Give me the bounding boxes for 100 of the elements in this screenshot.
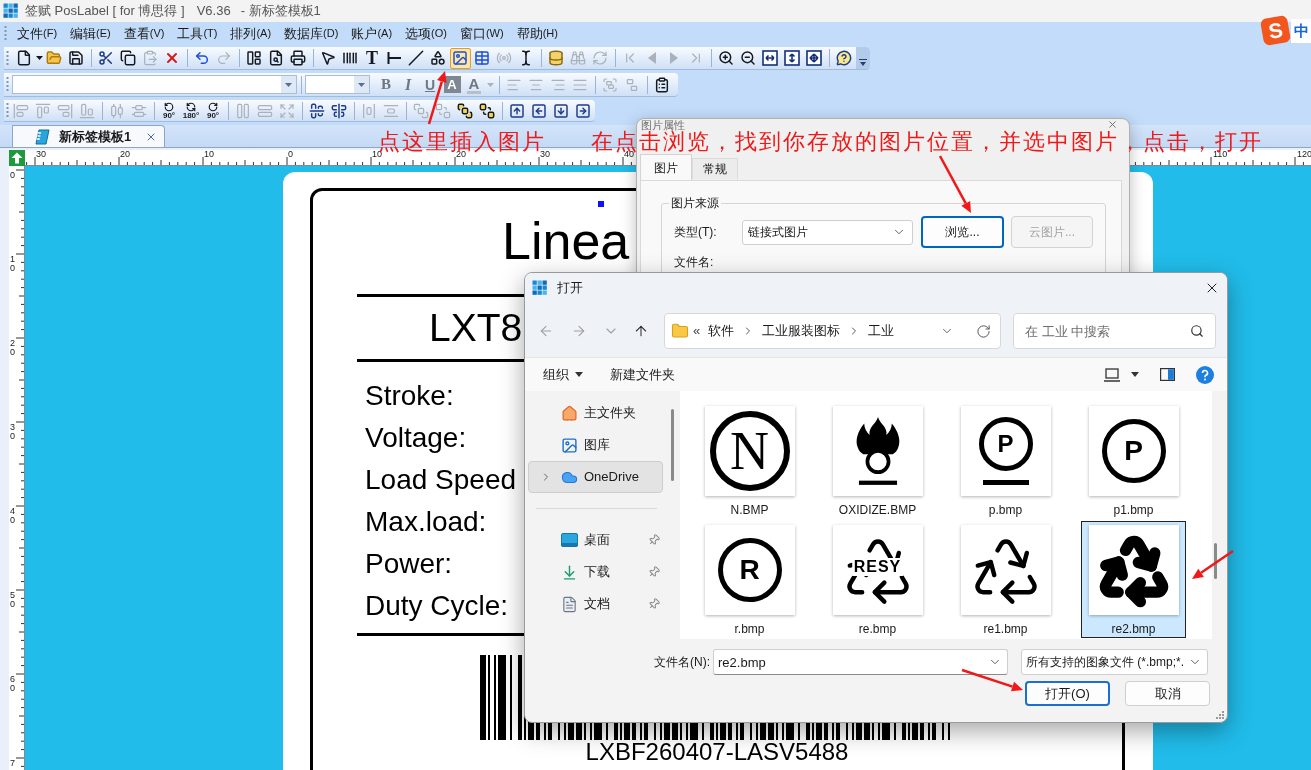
command-button[interactable]: 新建文件夹: [604, 361, 681, 388]
breadcrumb-item[interactable]: 工业服装图标: [762, 321, 841, 341]
picture-icon: [452, 50, 468, 66]
nav-item[interactable]: 主文件夹: [528, 397, 663, 429]
shapes-icon[interactable]: [430, 50, 446, 66]
ruler-label: 120: [1297, 150, 1311, 158]
new-file-icon[interactable]: [16, 50, 32, 66]
menu-item[interactable]: 文件(F): [11, 23, 64, 44]
refresh-icon[interactable]: [976, 323, 991, 339]
text-tool-button[interactable]: T: [365, 48, 379, 68]
pointer-icon[interactable]: [320, 50, 336, 66]
menu-item[interactable]: 选项(O): [399, 23, 453, 44]
file-item[interactable]: re1.bmp: [953, 521, 1058, 638]
fit-width-icon[interactable]: [762, 50, 778, 66]
address-bar[interactable]: « 软件 工业服装图标 工业: [664, 313, 1001, 349]
menu-button[interactable]: 组织: [537, 361, 589, 388]
center-horizontal-icon[interactable]: [309, 102, 325, 119]
file-item[interactable]: re2.bmp: [1081, 521, 1186, 638]
nav-item[interactable]: 桌面: [528, 524, 663, 556]
dialog-tab[interactable]: 常规: [692, 158, 738, 179]
file-item[interactable]: RESY re.bmp: [825, 521, 930, 638]
menu-item[interactable]: 账户(A): [345, 23, 399, 44]
file-item[interactable]: R r.bmp: [697, 521, 802, 638]
align-to-right-icon[interactable]: [575, 102, 591, 119]
folder-icon: [671, 322, 689, 340]
undo-arrow-icon[interactable]: [194, 50, 210, 66]
file-item[interactable]: P p.bmp: [953, 402, 1058, 519]
align-to-bottom-icon[interactable]: [553, 102, 569, 119]
bring-to-front-icon[interactable]: [457, 102, 473, 119]
file-item[interactable]: OXIDIZE.BMP: [825, 402, 930, 519]
font-size-field[interactable]: [305, 75, 370, 94]
split-pane-icon[interactable]: [1160, 368, 1175, 381]
menu-item[interactable]: 编辑(E): [64, 23, 117, 44]
scissors-icon[interactable]: [98, 50, 114, 66]
up-arrow-icon[interactable]: [9, 150, 25, 166]
page-layout-icon[interactable]: [246, 50, 262, 66]
printer-icon[interactable]: [290, 50, 306, 66]
zoom-in-icon[interactable]: [718, 50, 734, 66]
breadcrumb-item[interactable]: 软件: [708, 321, 735, 341]
barcode-icon[interactable]: [342, 50, 358, 66]
menu-item[interactable]: 帮助(H): [510, 23, 564, 44]
ruler-label: 10: [10, 255, 16, 273]
menu-item[interactable]: 排列(A): [224, 23, 278, 44]
open-button[interactable]: 打开(O): [1025, 681, 1110, 706]
view-layout-icon[interactable]: [1104, 367, 1120, 382]
nav-item[interactable]: 文档: [528, 588, 663, 620]
fit-page-icon[interactable]: [806, 50, 822, 66]
rotate-right-button[interactable]: 90°: [202, 100, 224, 121]
cancel-button[interactable]: 取消: [1125, 681, 1210, 706]
nav-item[interactable]: 图库: [528, 429, 663, 461]
zoom-out-icon[interactable]: [740, 50, 756, 66]
rotate-left-button[interactable]: 90°: [158, 100, 180, 121]
menu-item[interactable]: 工具(T): [171, 23, 224, 44]
font-name-field[interactable]: [12, 75, 297, 94]
file-name-field[interactable]: re2.bmp: [713, 649, 1008, 675]
caret-down-icon[interactable]: [1131, 372, 1139, 377]
toolbar-grip-icon: [6, 49, 9, 67]
image-tool-button[interactable]: [449, 47, 471, 69]
dialog-tab[interactable]: 图片: [640, 154, 692, 180]
copy-icon[interactable]: [120, 50, 136, 66]
align-to-left-icon[interactable]: [531, 102, 547, 119]
search-field[interactable]: 在 工业 中搜索: [1013, 313, 1216, 349]
page-magnifier-icon[interactable]: [268, 50, 284, 66]
align-to-top-icon[interactable]: [509, 102, 525, 119]
properties-icon[interactable]: [654, 76, 670, 93]
scrollbar-thumb[interactable]: [671, 409, 674, 481]
line-tool-icon[interactable]: [387, 52, 401, 64]
toolbar-grip-icon: [6, 76, 9, 93]
file-item[interactable]: P p1.bmp: [1081, 402, 1186, 519]
rotate-half-turn-button[interactable]: 180°: [180, 100, 202, 121]
breadcrumb-item[interactable]: 工业: [868, 321, 895, 341]
browse-button[interactable]: 浏览...: [921, 216, 1004, 248]
menu-item[interactable]: 数据库(D): [278, 23, 345, 44]
arrow-up-icon[interactable]: [633, 323, 649, 339]
input-mode-indicator[interactable]: 中: [1291, 18, 1311, 43]
document-tab[interactable]: 新标签模板1: [12, 125, 165, 147]
dropdown-caret-icon[interactable]: [35, 56, 43, 60]
help-icon[interactable]: [1196, 365, 1214, 384]
document-name: - 新标签模板1: [240, 2, 321, 21]
ruler-label: 20: [120, 150, 130, 158]
download-arrow-icon: [561, 563, 578, 581]
file-type-select[interactable]: 所有支持的图象文件 (*.bmp;*.: [1021, 649, 1208, 675]
overflow-button[interactable]: «: [693, 321, 701, 341]
nav-item[interactable]: OneDrive: [528, 461, 663, 493]
fit-height-icon[interactable]: [784, 50, 800, 66]
file-item[interactable]: N N.BMP: [697, 402, 802, 519]
cross-icon[interactable]: [164, 50, 180, 66]
menu-item[interactable]: 窗口(W): [453, 23, 510, 44]
nav-item[interactable]: 下载: [528, 556, 663, 588]
table-icon[interactable]: [474, 50, 490, 66]
search-icon[interactable]: [1190, 324, 1204, 338]
type-select[interactable]: 链接式图片: [742, 219, 913, 245]
database-icon[interactable]: [548, 50, 564, 66]
menu-item[interactable]: 查看(V): [117, 23, 171, 44]
scrollbar-thumb[interactable]: [1214, 543, 1217, 579]
selection-handle[interactable]: [598, 201, 604, 207]
center-vertical-icon[interactable]: [331, 102, 347, 119]
help-bubble-icon[interactable]: [836, 50, 852, 66]
diagonal-line-icon[interactable]: [408, 50, 424, 66]
send-to-back-icon[interactable]: [479, 102, 495, 119]
